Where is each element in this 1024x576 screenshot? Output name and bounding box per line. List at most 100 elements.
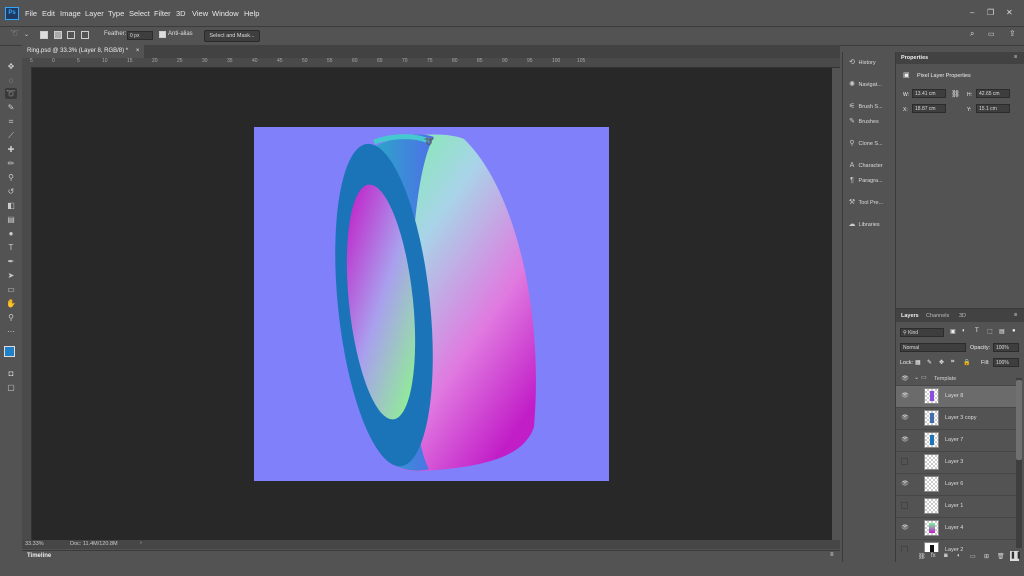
menu-filter[interactable]: Filter <box>154 9 171 18</box>
document-canvas[interactable] <box>254 127 609 481</box>
tab-3d[interactable]: 3D <box>959 313 966 319</box>
tab-layers[interactable]: Layers <box>901 313 919 319</box>
intersect-selection-icon[interactable] <box>81 31 89 39</box>
dock-brushes[interactable]: ✎ Brushes <box>847 115 895 129</box>
blend-mode-select[interactable]: Normal <box>900 343 966 352</box>
layers-menu-icon[interactable]: ≡ <box>1014 312 1017 318</box>
lock-position-icon[interactable]: ✥ <box>939 359 944 366</box>
x-input[interactable]: 18.87 cm <box>912 104 946 113</box>
visibility-eye-icon[interactable]: 👁 <box>901 436 909 444</box>
lasso-tool-icon[interactable]: ➰ <box>5 88 17 99</box>
visibility-eye-icon[interactable]: 👁 <box>901 375 909 383</box>
quick-selection-tool-icon[interactable]: ✎ <box>5 102 17 113</box>
link-layers-icon[interactable]: ⛓ <box>918 553 926 560</box>
new-group-icon[interactable]: ▭ <box>970 553 976 560</box>
lock-image-icon[interactable]: ✎ <box>927 359 932 366</box>
eyedropper-tool-icon[interactable]: ⟋ <box>5 130 17 141</box>
layer-row[interactable]: Layer 1 <box>896 496 1016 518</box>
move-tool-icon[interactable]: ✥ <box>5 61 17 72</box>
dock-character[interactable]: A Character <box>847 159 895 173</box>
more-tools-icon[interactable]: ⋯ <box>5 326 17 337</box>
dock-paragraph[interactable]: ¶ Paragra... <box>847 174 895 188</box>
healing-brush-tool-icon[interactable]: ✚ <box>5 144 17 155</box>
workspace-icon[interactable]: ▭ <box>988 30 995 38</box>
dock-libraries[interactable]: ☁ Libraries <box>847 218 895 232</box>
rectangle-tool-icon[interactable]: ▭ <box>5 284 17 295</box>
properties-tab[interactable]: Properties <box>901 55 928 61</box>
add-mask-icon[interactable]: ◙ <box>944 553 948 559</box>
layer-row[interactable]: 👁 Layer 3 copy <box>896 408 1016 430</box>
collapse-arrow-icon[interactable]: ⌄ <box>914 374 919 381</box>
timeline-menu-icon[interactable]: ≡ <box>830 552 834 558</box>
brush-tool-icon[interactable]: ✏ <box>5 158 17 169</box>
tab-channels[interactable]: Channels <box>926 313 949 319</box>
properties-menu-icon[interactable]: ≡ <box>1014 54 1017 60</box>
hand-tool-icon[interactable]: ✋ <box>5 298 17 309</box>
layer-row[interactable]: 👁 Layer 7 <box>896 430 1016 452</box>
menu-edit[interactable]: Edit <box>42 9 55 18</box>
dropdown-arrow-icon[interactable]: ⌄ <box>24 31 29 38</box>
visibility-toggle-off[interactable] <box>901 502 908 509</box>
opacity-input[interactable]: 100% <box>993 343 1019 352</box>
lock-transparent-icon[interactable]: ▦ <box>915 359 921 366</box>
lock-all-icon[interactable]: 🔒 <box>963 359 970 366</box>
visibility-toggle-off[interactable] <box>901 458 908 465</box>
width-input[interactable]: 13.41 cm <box>912 89 946 98</box>
dodge-tool-icon[interactable]: ● <box>5 228 17 239</box>
dock-brush-settings[interactable]: ⚟ Brush S... <box>847 100 895 114</box>
filter-toggle-icon[interactable]: ● <box>1012 328 1016 334</box>
add-to-selection-icon[interactable] <box>54 31 62 39</box>
y-input[interactable]: 15.1 cm <box>976 104 1010 113</box>
lasso-tool-preset-icon[interactable]: ➰ <box>10 29 20 38</box>
close-window-button[interactable]: ✕ <box>1006 8 1013 17</box>
visibility-eye-icon[interactable]: 👁 <box>901 480 909 488</box>
layer-style-icon[interactable]: fx <box>931 553 936 559</box>
screen-mode-icon[interactable]: ▢ <box>5 382 17 393</box>
pen-tool-icon[interactable]: ✒ <box>5 256 17 267</box>
layer-group-row[interactable]: 👁 ⌄ ▭ Template <box>896 372 1016 386</box>
layer-row[interactable]: 👁 Layer 8 <box>896 386 1016 408</box>
share-icon[interactable]: ⇪ <box>1009 29 1016 38</box>
timeline-tab[interactable]: Timeline <box>27 553 51 559</box>
menu-file[interactable]: File <box>25 9 37 18</box>
height-input[interactable]: 42.65 cm <box>976 89 1010 98</box>
menu-3d[interactable]: 3D <box>176 9 186 18</box>
menu-select[interactable]: Select <box>129 9 150 18</box>
minimize-button[interactable]: – <box>970 8 974 17</box>
filter-pixel-icon[interactable]: ▣ <box>950 328 956 335</box>
path-selection-tool-icon[interactable]: ➤ <box>5 270 17 281</box>
marquee-tool-icon[interactable]: ◌ <box>5 75 17 86</box>
eraser-tool-icon[interactable]: ◧ <box>5 200 17 211</box>
pause-icon[interactable]: ❚❚ <box>1010 551 1022 561</box>
layer-row[interactable]: 👁 Layer 4 <box>896 518 1016 540</box>
filter-shape-icon[interactable]: ⬚ <box>987 328 993 335</box>
filter-smart-object-icon[interactable]: ▤ <box>999 328 1005 335</box>
status-menu-arrow-icon[interactable]: › <box>140 540 142 546</box>
search-icon[interactable]: ⌕ <box>970 29 974 39</box>
menu-type[interactable]: Type <box>108 9 124 18</box>
restore-button[interactable]: ❐ <box>987 8 994 17</box>
dock-clone-source[interactable]: ⚲ Clone S... <box>847 137 895 151</box>
fill-input[interactable]: 100% <box>993 358 1019 367</box>
menu-window[interactable]: Window <box>212 9 239 18</box>
zoom-tool-icon[interactable]: ⚲ <box>5 312 17 323</box>
link-dimensions-icon[interactable]: ⛓ <box>951 90 960 98</box>
dock-navigator[interactable]: ✺ Navigat... <box>847 78 895 92</box>
layer-row[interactable]: Layer 3 <box>896 452 1016 474</box>
foreground-color-swatch[interactable] <box>4 346 15 357</box>
history-brush-tool-icon[interactable]: ↺ <box>5 186 17 197</box>
new-layer-icon[interactable]: ⊞ <box>984 553 989 560</box>
subtract-from-selection-icon[interactable] <box>67 31 75 39</box>
dock-history[interactable]: ⟲ History <box>847 56 895 70</box>
adjustment-layer-icon[interactable]: ◐ <box>957 553 961 559</box>
filter-type-icon[interactable]: T <box>975 328 979 334</box>
type-tool-icon[interactable]: T <box>5 242 17 253</box>
dock-tool-presets[interactable]: ⚒ Tool Pre... <box>847 196 895 210</box>
menu-view[interactable]: View <box>192 9 208 18</box>
new-selection-icon[interactable] <box>40 31 48 39</box>
layers-scrollbar-thumb[interactable] <box>1016 380 1022 460</box>
visibility-eye-icon[interactable]: 👁 <box>901 414 909 422</box>
filter-adjustment-icon[interactable]: ◐ <box>962 328 966 334</box>
lock-artboard-icon[interactable]: ⌗ <box>951 359 954 366</box>
antialias-checkbox[interactable] <box>159 31 166 38</box>
